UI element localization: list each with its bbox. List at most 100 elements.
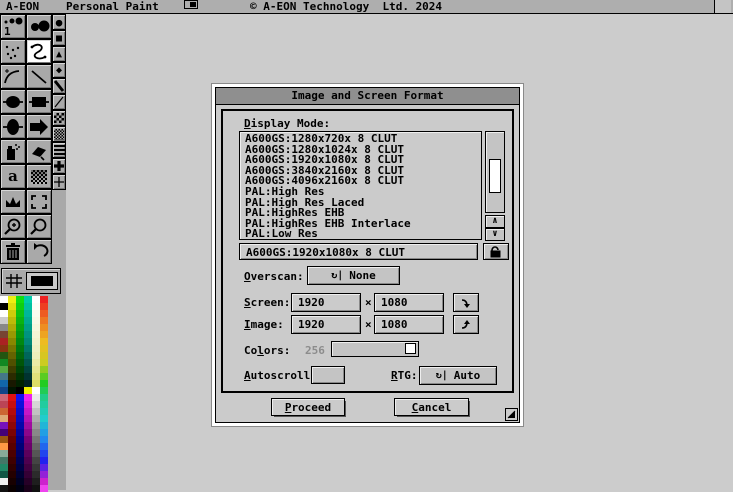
palette-color[interactable] — [32, 303, 40, 310]
tool-ellipse[interactable] — [0, 89, 26, 114]
palette-color[interactable] — [0, 352, 8, 359]
palette-color[interactable] — [0, 401, 8, 408]
tool-airbrush-dots[interactable] — [0, 39, 26, 64]
palette-color[interactable] — [24, 317, 32, 324]
palette-color[interactable] — [0, 408, 8, 415]
palette-color[interactable] — [40, 436, 48, 443]
palette-color[interactable] — [24, 338, 32, 345]
palette-color[interactable] — [40, 401, 48, 408]
palette-color[interactable] — [8, 296, 16, 303]
palette-color[interactable] — [16, 450, 24, 457]
palette-color[interactable] — [24, 303, 32, 310]
palette-color[interactable] — [24, 366, 32, 373]
palette-color[interactable] — [8, 415, 16, 422]
palette-color[interactable] — [40, 352, 48, 359]
palette-color[interactable] — [40, 408, 48, 415]
brush-diag-thick[interactable] — [52, 78, 66, 94]
palette-color[interactable] — [0, 457, 8, 464]
palette-color[interactable] — [16, 359, 24, 366]
palette-color[interactable] — [0, 345, 8, 352]
palette-color[interactable] — [32, 394, 40, 401]
palette-color[interactable] — [0, 394, 8, 401]
palette-color[interactable] — [40, 380, 48, 387]
palette-color[interactable] — [0, 422, 8, 429]
palette-color[interactable] — [40, 345, 48, 352]
brush-dot[interactable]: ● — [52, 14, 66, 30]
palette-color[interactable] — [40, 478, 48, 485]
palette-color[interactable] — [40, 338, 48, 345]
tool-brush-dots[interactable] — [26, 14, 52, 39]
brush-dots-sparse[interactable] — [52, 110, 66, 126]
palette-color[interactable] — [8, 429, 16, 436]
palette-color[interactable] — [0, 338, 8, 345]
palette-color[interactable] — [8, 352, 16, 359]
palette-color[interactable] — [16, 422, 24, 429]
display-mode-scrollbar[interactable] — [485, 131, 505, 213]
palette-color[interactable] — [40, 303, 48, 310]
tool-undo[interactable] — [26, 239, 52, 264]
tool-text[interactable]: a — [0, 164, 26, 189]
palette-color[interactable] — [16, 352, 24, 359]
palette-color[interactable] — [24, 457, 32, 464]
palette-color[interactable] — [32, 457, 40, 464]
palette-color[interactable] — [32, 450, 40, 457]
palette-color[interactable] — [40, 471, 48, 478]
palette-color[interactable] — [24, 443, 32, 450]
palette-color[interactable] — [32, 387, 40, 394]
palette-color[interactable] — [0, 387, 8, 394]
overscan-cycle-button[interactable]: ↻| None — [307, 266, 400, 285]
palette-color[interactable] — [32, 485, 40, 492]
palette-color[interactable] — [24, 408, 32, 415]
display-mode-item[interactable]: PAL:Low Res — [245, 229, 481, 240]
tool-magnify[interactable] — [0, 214, 26, 239]
tool-clear[interactable] — [0, 239, 26, 264]
palette-color[interactable] — [0, 429, 8, 436]
palette-color[interactable] — [24, 401, 32, 408]
palette-color[interactable] — [8, 338, 16, 345]
brush-hlines[interactable] — [52, 142, 66, 158]
palette-color[interactable] — [32, 345, 40, 352]
palette-color[interactable] — [24, 394, 32, 401]
palette-color[interactable] — [32, 429, 40, 436]
palette-color[interactable] — [24, 380, 32, 387]
tool-polygon[interactable] — [26, 114, 52, 139]
tool-gradient[interactable] — [26, 164, 52, 189]
palette-color[interactable] — [8, 387, 16, 394]
tool-line[interactable] — [26, 64, 52, 89]
tool-fill[interactable] — [26, 139, 52, 164]
palette-color[interactable] — [40, 450, 48, 457]
palette-color[interactable] — [24, 464, 32, 471]
palette-color[interactable] — [16, 366, 24, 373]
palette-color[interactable] — [32, 324, 40, 331]
tool-dot-freehand[interactable]: 1 — [0, 14, 26, 39]
palette-color[interactable] — [8, 408, 16, 415]
palette-color[interactable] — [24, 478, 32, 485]
palette-color[interactable] — [16, 401, 24, 408]
brush-plus-bold[interactable] — [52, 158, 66, 174]
palette-color[interactable] — [24, 310, 32, 317]
tool-brush-pickup[interactable] — [0, 189, 26, 214]
palette-color[interactable] — [16, 317, 24, 324]
display-mode-list[interactable]: A600GS:1280x720x 8 CLUTA600GS:1280x1024x… — [239, 131, 482, 240]
palette-color[interactable] — [8, 394, 16, 401]
palette-color[interactable] — [8, 345, 16, 352]
palette-color[interactable] — [8, 422, 16, 429]
palette-color[interactable] — [8, 443, 16, 450]
palette-color[interactable] — [16, 464, 24, 471]
palette-color[interactable] — [0, 310, 8, 317]
palette-color[interactable] — [32, 464, 40, 471]
dialog-title[interactable]: Image and Screen Format — [216, 88, 519, 105]
palette-color[interactable] — [40, 324, 48, 331]
palette-color[interactable] — [16, 331, 24, 338]
palette-color[interactable] — [0, 443, 8, 450]
palette-color[interactable] — [16, 415, 24, 422]
palette-color[interactable] — [0, 450, 8, 457]
palette-color[interactable] — [24, 324, 32, 331]
palette-color[interactable] — [24, 436, 32, 443]
palette-color[interactable] — [0, 380, 8, 387]
palette-color[interactable] — [8, 317, 16, 324]
brush-plus-thin[interactable] — [52, 174, 66, 190]
palette-color[interactable] — [40, 387, 48, 394]
tool-rectangle[interactable] — [26, 89, 52, 114]
screen-height-field[interactable]: 1080 — [374, 293, 444, 312]
